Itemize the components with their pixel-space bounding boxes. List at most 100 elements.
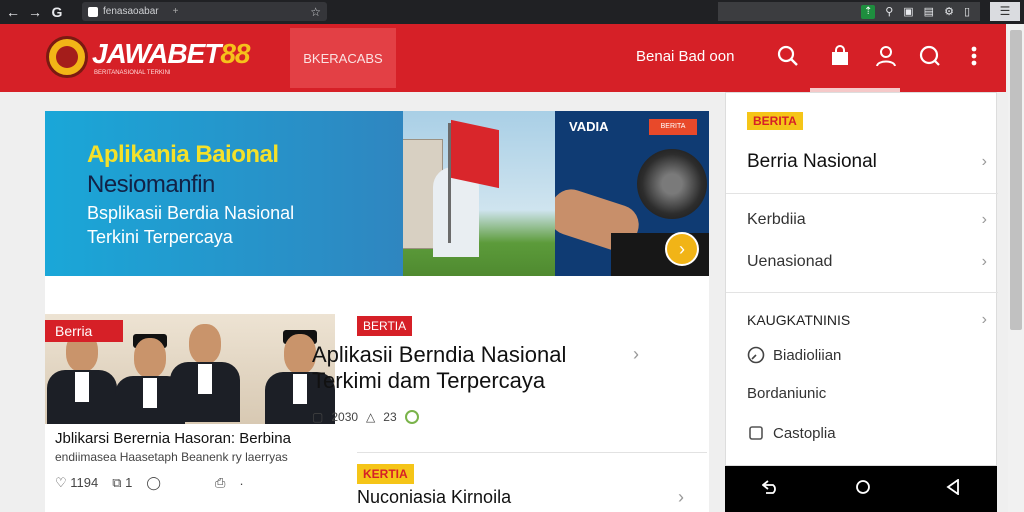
page-favicon-icon	[88, 6, 98, 17]
comment-icon[interactable]: ◯	[146, 475, 161, 491]
category-tag: BERTIA	[357, 316, 413, 336]
sidebar-item-label: Kerbdiia	[747, 211, 806, 228]
news-excerpt: endiimasea Haasetaph Beanenk ry laerryas	[55, 450, 288, 464]
more-options-icon[interactable]	[960, 42, 988, 70]
headline-stats: ▢ 2030 △ 23	[312, 410, 419, 424]
android-navigation-bar	[725, 466, 997, 512]
shopping-bag-icon[interactable]	[826, 42, 854, 70]
red-flag-graphic	[451, 119, 499, 189]
person-figure	[47, 328, 117, 424]
header-nav-link[interactable]: Benai Bad oon	[636, 48, 734, 65]
sidebar-item-label: Berria Nasional	[747, 151, 877, 172]
extension-icon[interactable]: ▤	[924, 5, 934, 18]
hero-media-label: VADIA	[569, 119, 609, 134]
hero-media-badge: BERITA	[649, 119, 697, 135]
hero-description-line1: Bsplikasii Berdia Nasional	[87, 203, 295, 223]
power-icon[interactable]	[404, 410, 419, 424]
chevron-right-icon[interactable]: ›	[678, 487, 684, 508]
brand-number: 88	[220, 38, 250, 69]
browser-menu-icon[interactable]: ☰	[990, 2, 1020, 21]
share-count: 1	[125, 475, 133, 490]
sidebar-menu: BERITA Berria Nasional › Kerbdiia › Uenasi…	[725, 92, 998, 466]
back-icon[interactable]: ←	[2, 4, 24, 20]
address-bar[interactable]: fenasaoabar + ☆	[82, 2, 327, 21]
chevron-right-icon: ›	[981, 211, 987, 228]
extension-icon[interactable]: ▣	[903, 5, 913, 18]
user-account-icon[interactable]	[872, 42, 900, 70]
headline-title[interactable]: Nuconiasia Kirnoila	[357, 487, 511, 508]
share-stat[interactable]: ⧉ 1	[112, 475, 132, 491]
sidebar-sub-item[interactable]: Castoplia	[747, 424, 967, 442]
chevron-right-icon: ›	[981, 311, 987, 328]
category-badge: Berria	[45, 320, 123, 342]
extension-update-icon[interactable]: ⇡	[861, 4, 876, 19]
brand-text: JAWABET	[92, 38, 221, 69]
sidebar-item-nasional[interactable]: Berria Nasional ›	[747, 151, 987, 173]
hero-description-line2: Terkini Terpercaya	[87, 227, 233, 247]
collar-graphic	[143, 378, 157, 408]
collar-graphic	[75, 372, 89, 402]
like-stat[interactable]: ♡ 1194	[55, 475, 98, 491]
like-count: 1194	[70, 475, 99, 490]
thumbs-icon: △	[366, 410, 376, 424]
headline-title[interactable]: Aplikasii Berndia Nasional Terkimi dam T…	[312, 342, 566, 394]
document-icon	[747, 424, 765, 442]
search-icon[interactable]	[774, 42, 802, 70]
new-tab-icon[interactable]: +	[173, 6, 179, 17]
sidebar-tag: BERITA	[747, 112, 803, 130]
views-icon: ▢	[312, 410, 324, 424]
google-icon[interactable]: G	[46, 4, 68, 20]
divider	[726, 193, 998, 194]
back-icon[interactable]	[761, 479, 780, 499]
sidebar-sub-item[interactable]: Biadioliian	[747, 346, 967, 364]
category-tag: KERTIA	[357, 464, 414, 484]
news-title[interactable]: Jblikarsi Berernia Hasoran: Berbina	[55, 430, 291, 447]
sidebar-sub-label: Bordaniunic	[747, 385, 827, 402]
browser-toolbar: ← → G fenasaoabar + ☆ ⇡ ⚲ ▣ ▤ ⚙ ▯ ☰	[0, 0, 1024, 24]
chevron-right-icon: ›	[981, 153, 987, 170]
hero-subheadline: Nesiomanfin	[87, 171, 215, 198]
clock-icon	[747, 346, 765, 364]
hero-flag-image	[403, 111, 555, 276]
url-text: fenasaoabar	[103, 6, 159, 17]
divider	[357, 452, 707, 453]
logo-emblem	[56, 46, 78, 68]
brand-name[interactable]: JAWABET88	[92, 38, 251, 70]
extension-icon[interactable]: ⚲	[885, 5, 893, 18]
settings-gear-icon[interactable]: ⚙	[944, 5, 954, 18]
sidebar-item-kerbdiia[interactable]: Kerbdiia ›	[747, 211, 987, 229]
headline-line1: Aplikasii Berndia Nasional	[312, 342, 567, 367]
extension-icon[interactable]: ▯	[964, 5, 970, 18]
recent-apps-icon[interactable]	[946, 477, 960, 500]
brand-tagline: BERITANASIONAL TERKINI	[94, 70, 171, 76]
chat-search-icon[interactable]	[916, 42, 944, 70]
hero-text-panel: Aplikania Baional Nesiomanfin Bsplikasii…	[45, 111, 403, 276]
extensions-area: ⇡ ⚲ ▣ ▤ ⚙ ▯	[718, 2, 980, 21]
divider	[726, 292, 998, 293]
camera-lens-graphic	[637, 149, 707, 219]
views-count: 2030	[331, 410, 359, 424]
chevron-right-icon: ›	[981, 253, 987, 270]
more-dot-icon[interactable]: ·	[239, 476, 243, 491]
sidebar-item-uenasionad[interactable]: Uenasionad ›	[747, 253, 987, 271]
chevron-right-icon[interactable]: ›	[633, 344, 639, 365]
hero-banner[interactable]: Aplikania Baional Nesiomanfin Bsplikasii…	[45, 111, 709, 276]
sidebar-section-header[interactable]: KAUGKATNINIS ›	[747, 311, 987, 329]
home-icon[interactable]	[855, 479, 871, 500]
hero-next-arrow-icon[interactable]: ›	[665, 232, 699, 266]
site-header: JAWABET88 BERITANASIONAL TERKINI BKERACA…	[0, 24, 1006, 92]
header-promo-banner[interactable]: BKERACABS	[290, 28, 396, 88]
sidebar-section-title: KAUGKATNINIS	[747, 312, 851, 328]
site-logo-icon[interactable]	[46, 36, 88, 78]
collar-graphic	[293, 374, 307, 404]
sidebar-item-label: Uenasionad	[747, 253, 833, 270]
sidebar-sub-item[interactable]: Bordaniunic	[747, 385, 967, 402]
head-graphic	[134, 338, 166, 378]
save-icon[interactable]: ⎙	[215, 475, 225, 491]
person-figure	[170, 324, 240, 424]
bookmark-star-icon[interactable]: ☆	[310, 5, 321, 19]
head-graphic	[189, 324, 221, 364]
heart-icon: ♡	[55, 475, 67, 490]
scrollbar-thumb[interactable]	[1010, 30, 1022, 330]
forward-icon[interactable]: →	[24, 4, 46, 20]
